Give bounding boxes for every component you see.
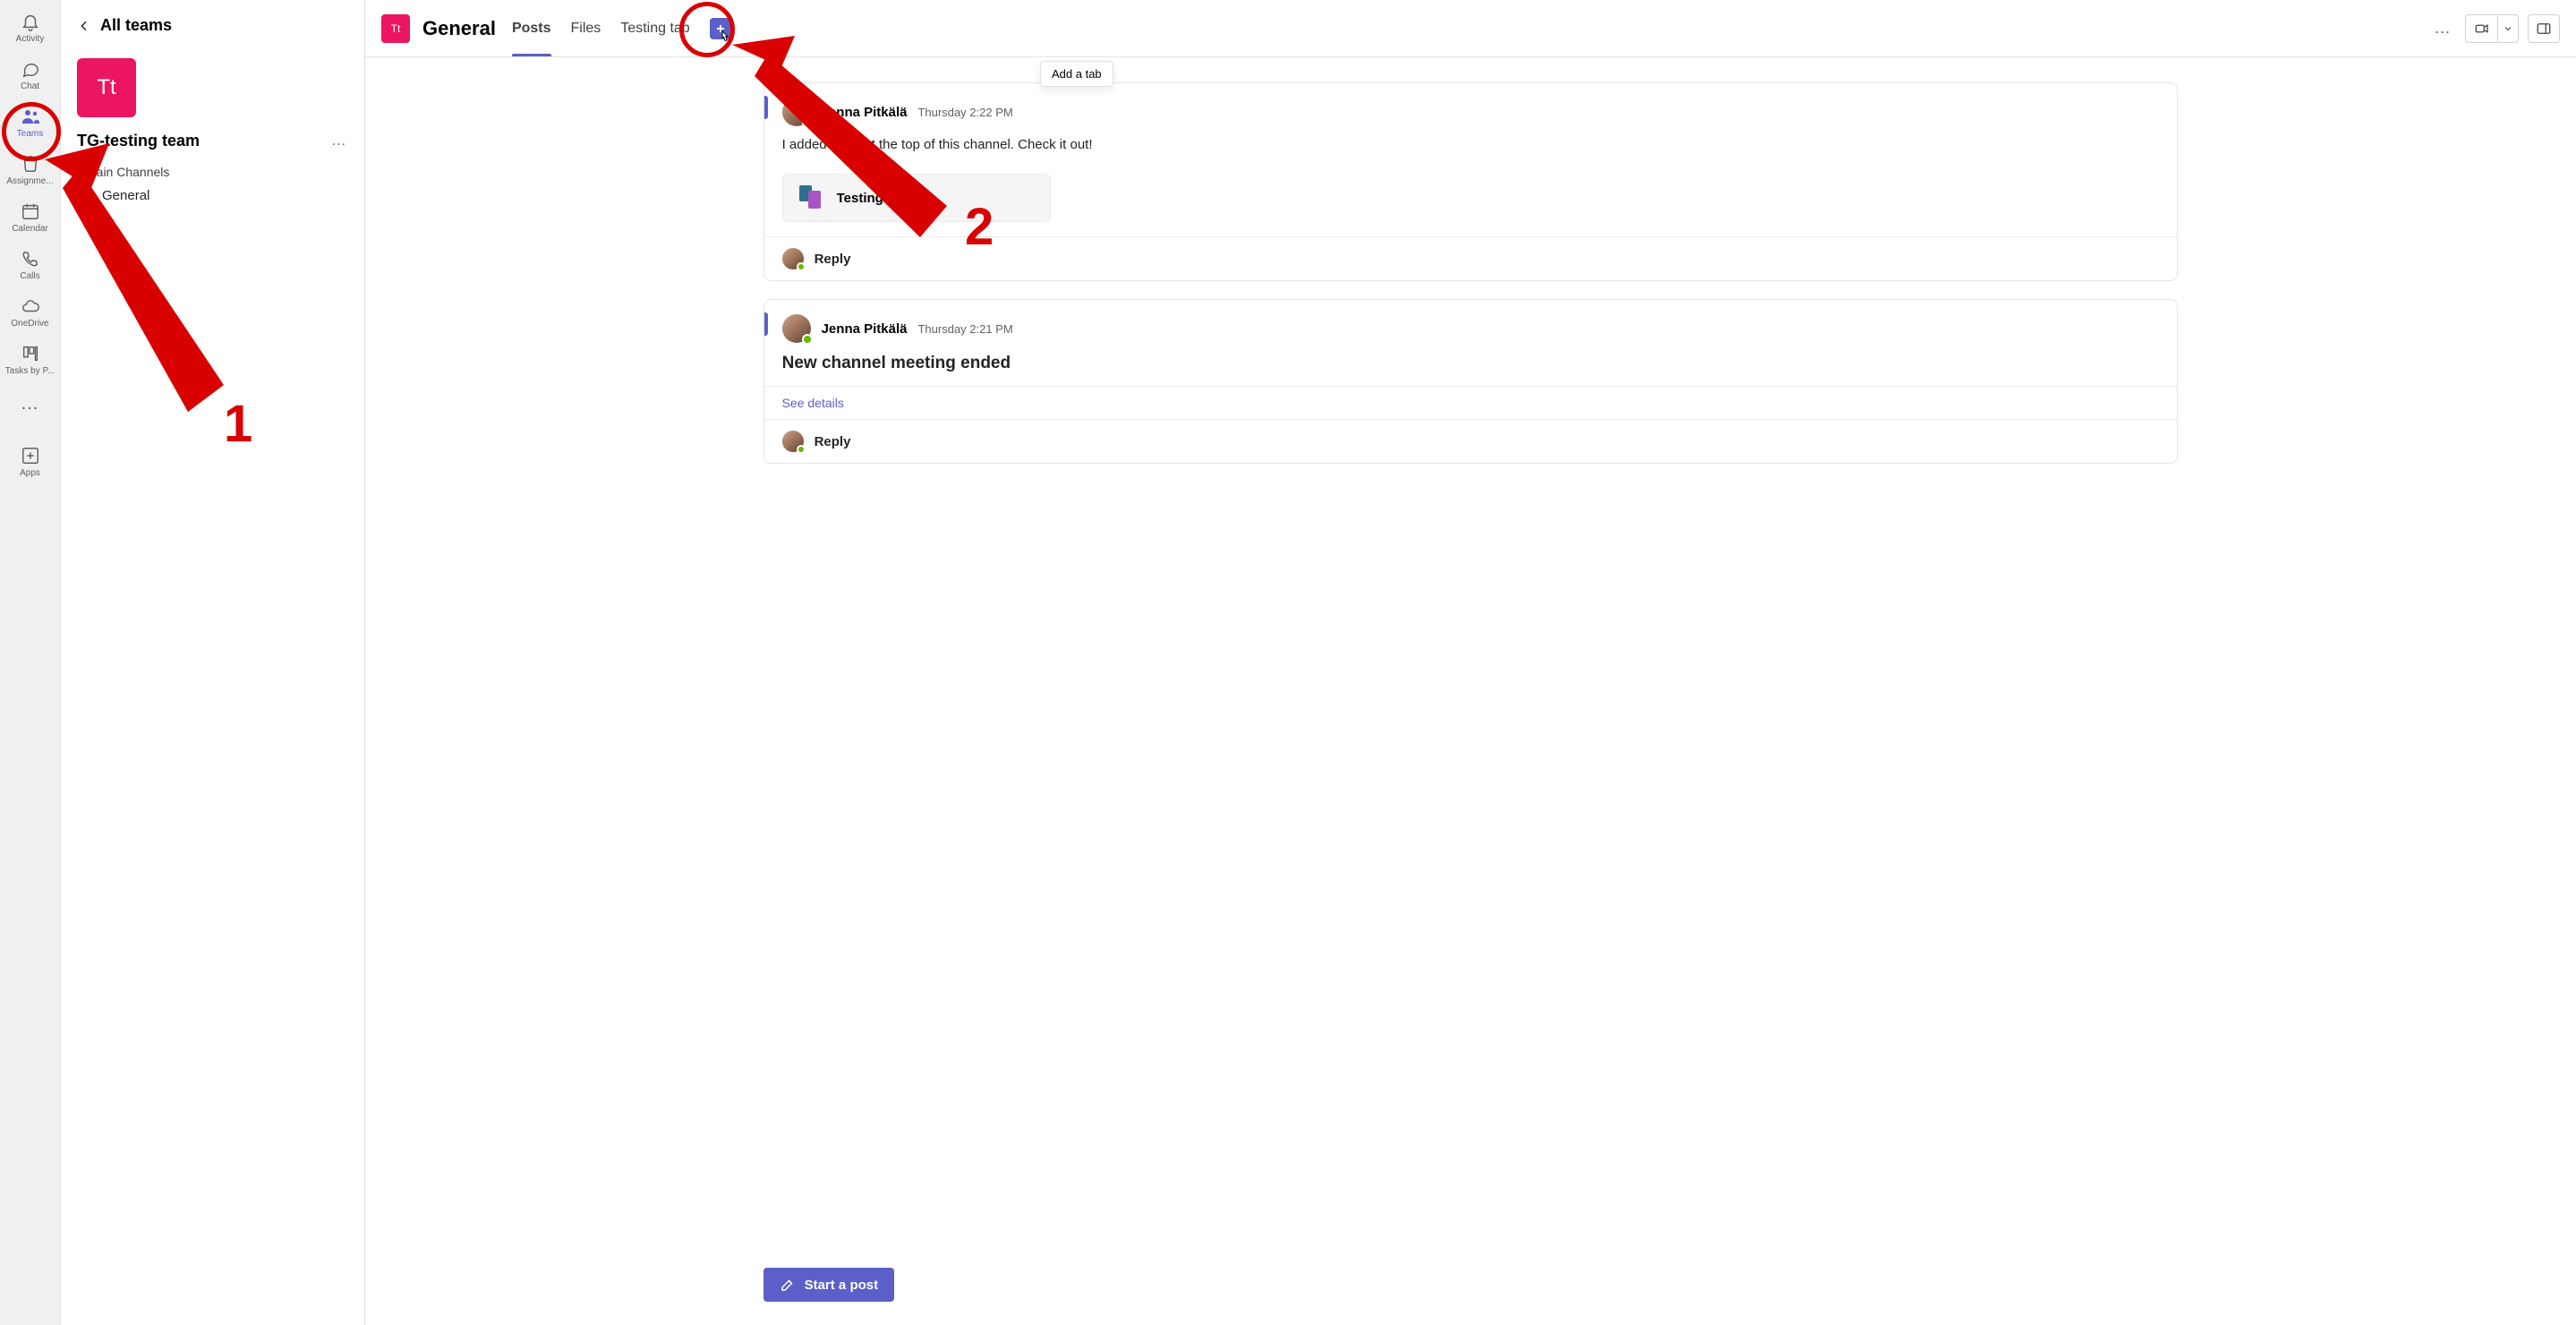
presence-available-icon bbox=[797, 445, 806, 454]
channel-avatar-tile: Tt bbox=[381, 14, 410, 43]
rail-calendar[interactable]: Calendar bbox=[4, 195, 57, 239]
rail-label: Activity bbox=[16, 34, 45, 44]
reply-label: Reply bbox=[815, 252, 851, 267]
rail-tasks[interactable]: Tasks by P... bbox=[4, 338, 57, 381]
cloud-icon bbox=[20, 295, 41, 317]
post-author[interactable]: Jenna Pitkälä bbox=[822, 105, 908, 120]
rail-chat[interactable]: Chat bbox=[4, 53, 57, 97]
avatar bbox=[782, 431, 804, 452]
add-tab-tooltip: Add a tab bbox=[1040, 61, 1113, 87]
channel-item-general[interactable]: General bbox=[61, 183, 364, 209]
presence-available-icon bbox=[802, 334, 813, 345]
rail-label: Teams bbox=[17, 129, 43, 139]
post-timestamp: Thursday 2:21 PM bbox=[917, 322, 1012, 336]
rail-teams[interactable]: Teams bbox=[4, 100, 57, 144]
reply-button[interactable]: Reply bbox=[764, 237, 2178, 280]
meet-dropdown-button[interactable] bbox=[2497, 14, 2519, 43]
avatar bbox=[782, 98, 811, 126]
rail-more[interactable]: ... bbox=[4, 389, 57, 420]
meet-button[interactable] bbox=[2465, 14, 2497, 43]
teams-icon bbox=[20, 106, 41, 127]
tab-posts[interactable]: Posts bbox=[512, 0, 551, 56]
bell-icon bbox=[20, 11, 41, 32]
post-body: New channel meeting ended bbox=[764, 350, 2178, 386]
reply-label: Reply bbox=[815, 434, 851, 449]
channel-tile-initials: Tt bbox=[391, 22, 401, 35]
calendar-icon bbox=[20, 201, 41, 222]
rail-label: Chat bbox=[21, 81, 39, 91]
team-avatar-tile[interactable]: Tt bbox=[77, 58, 136, 117]
app-rail: Activity Chat Teams Assignme... Calendar bbox=[0, 0, 61, 1325]
rail-assignments[interactable]: Assignme... bbox=[4, 148, 57, 192]
teams-panel: All teams Tt TG-testing team ... Main Ch… bbox=[61, 0, 365, 1325]
see-details-link[interactable]: See details bbox=[764, 387, 2178, 419]
posts-feed: Jenna Pitkälä Thursday 2:22 PM I added a… bbox=[365, 57, 2576, 1325]
chevron-left-icon bbox=[77, 19, 91, 33]
avatar bbox=[782, 248, 804, 269]
post-body: I added a tab at the top of this channel… bbox=[764, 133, 2178, 165]
rail-label: Apps bbox=[20, 468, 40, 478]
rail-apps[interactable]: Apps bbox=[4, 440, 57, 483]
post-card: Jenna Pitkälä Thursday 2:21 PM New chann… bbox=[763, 299, 2179, 464]
apps-icon bbox=[20, 445, 41, 466]
start-post-label: Start a post bbox=[805, 1278, 879, 1293]
meet-button-group bbox=[2465, 14, 2519, 43]
channel-title: General bbox=[422, 17, 496, 40]
start-post-button[interactable]: Start a post bbox=[763, 1268, 895, 1302]
header-more-button[interactable]: ... bbox=[2429, 19, 2456, 38]
rail-label: Tasks by P... bbox=[5, 366, 55, 376]
team-tile-initials: Tt bbox=[97, 75, 115, 100]
all-teams-button[interactable]: All teams bbox=[61, 9, 364, 42]
reply-button[interactable]: Reply bbox=[764, 420, 2178, 463]
team-name: TG-testing team bbox=[77, 132, 200, 150]
all-teams-label: All teams bbox=[100, 16, 172, 35]
open-panel-button[interactable] bbox=[2528, 14, 2560, 43]
post-author[interactable]: Jenna Pitkälä bbox=[822, 321, 908, 337]
post-card: Jenna Pitkälä Thursday 2:22 PM I added a… bbox=[763, 82, 2179, 281]
rail-onedrive[interactable]: OneDrive bbox=[4, 290, 57, 334]
tab-testing-tab[interactable]: Testing tab bbox=[620, 0, 689, 56]
rail-label: Assignme... bbox=[6, 176, 53, 186]
chat-icon bbox=[20, 58, 41, 80]
main-content: Tt General Posts Files Testing tab ... bbox=[365, 0, 2576, 1325]
planner-app-icon bbox=[796, 184, 824, 212]
rail-calls[interactable]: Calls bbox=[4, 243, 57, 286]
channel-tabs: Posts Files Testing tab bbox=[512, 0, 731, 56]
presence-available-icon bbox=[802, 117, 813, 128]
tab-files[interactable]: Files bbox=[571, 0, 601, 56]
ellipsis-icon: ... bbox=[21, 394, 39, 415]
channel-header: Tt General Posts Files Testing tab ... bbox=[365, 0, 2576, 57]
attachment-name: Testing 1 bbox=[837, 191, 895, 206]
avatar bbox=[782, 314, 811, 343]
add-tab-button[interactable] bbox=[710, 18, 731, 39]
presence-available-icon bbox=[797, 262, 806, 271]
tab-attachment[interactable]: Testing 1 bbox=[782, 174, 1051, 222]
planner-icon bbox=[20, 343, 41, 364]
rail-label: Calls bbox=[20, 271, 39, 281]
phone-icon bbox=[20, 248, 41, 269]
rail-activity[interactable]: Activity bbox=[4, 5, 57, 49]
rail-label: Calendar bbox=[12, 224, 48, 234]
channel-section-label: Main Channels bbox=[61, 156, 364, 183]
post-timestamp: Thursday 2:22 PM bbox=[917, 106, 1012, 119]
bag-icon bbox=[20, 153, 41, 175]
team-more-button[interactable]: ... bbox=[332, 133, 346, 150]
rail-label: OneDrive bbox=[11, 319, 48, 329]
